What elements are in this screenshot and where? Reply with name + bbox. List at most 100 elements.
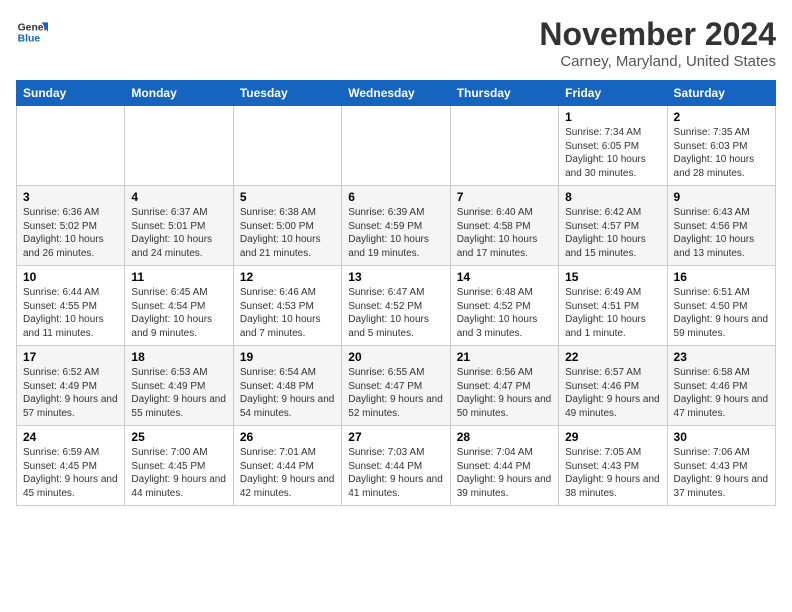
day-info: Sunrise: 6:36 AM Sunset: 5:02 PM Dayligh… xyxy=(23,206,118,260)
day-info: Sunrise: 6:59 AM Sunset: 4:45 PM Dayligh… xyxy=(23,446,118,500)
day-of-week-header: Monday xyxy=(125,81,233,106)
day-number: 22 xyxy=(565,350,660,364)
day-of-week-header: Friday xyxy=(559,81,667,106)
logo: General Blue xyxy=(16,16,48,48)
calendar-cell: 1 Sunrise: 7:34 AM Sunset: 6:05 PM Daylig… xyxy=(559,106,667,186)
day-info: Sunrise: 6:52 AM Sunset: 4:49 PM Dayligh… xyxy=(23,366,118,420)
calendar-cell: 15 Sunrise: 6:49 AM Sunset: 4:51 PM Dayli… xyxy=(559,266,667,346)
day-info: Sunrise: 6:39 AM Sunset: 4:59 PM Dayligh… xyxy=(348,206,443,260)
calendar-cell: 16 Sunrise: 6:51 AM Sunset: 4:50 PM Dayli… xyxy=(667,266,775,346)
svg-text:Blue: Blue xyxy=(18,34,41,45)
day-number: 29 xyxy=(565,430,660,444)
day-of-week-header: Sunday xyxy=(17,81,125,106)
day-number: 12 xyxy=(240,270,335,284)
calendar-cell: 6 Sunrise: 6:39 AM Sunset: 4:59 PM Daylig… xyxy=(342,186,450,266)
day-info: Sunrise: 6:51 AM Sunset: 4:50 PM Dayligh… xyxy=(674,286,769,340)
day-info: Sunrise: 6:42 AM Sunset: 4:57 PM Dayligh… xyxy=(565,206,660,260)
day-number: 7 xyxy=(457,190,552,204)
month-year-title: November 2024 xyxy=(539,16,776,53)
calendar-cell: 4 Sunrise: 6:37 AM Sunset: 5:01 PM Daylig… xyxy=(125,186,233,266)
calendar-cell: 21 Sunrise: 6:56 AM Sunset: 4:47 PM Dayli… xyxy=(450,346,558,426)
calendar-cell: 25Sunrise: 7:00 AM Sunset: 4:45 PM Dayli… xyxy=(125,426,233,506)
day-info: Sunrise: 6:44 AM Sunset: 4:55 PM Dayligh… xyxy=(23,286,118,340)
day-number: 16 xyxy=(674,270,769,284)
calendar-cell: 5 Sunrise: 6:38 AM Sunset: 5:00 PM Daylig… xyxy=(233,186,341,266)
day-number: 11 xyxy=(131,270,226,284)
calendar-cell: 8 Sunrise: 6:42 AM Sunset: 4:57 PM Daylig… xyxy=(559,186,667,266)
day-of-week-header: Tuesday xyxy=(233,81,341,106)
day-info: Sunrise: 6:38 AM Sunset: 5:00 PM Dayligh… xyxy=(240,206,335,260)
day-number: 3 xyxy=(23,190,118,204)
day-number: 21 xyxy=(457,350,552,364)
day-of-week-header: Saturday xyxy=(667,81,775,106)
day-info: Sunrise: 7:06 AM Sunset: 4:43 PM Dayligh… xyxy=(674,446,769,500)
day-number: 26 xyxy=(240,430,335,444)
calendar-cell: 2 Sunrise: 7:35 AM Sunset: 6:03 PM Daylig… xyxy=(667,106,775,186)
calendar-cell xyxy=(233,106,341,186)
calendar-cell: 29 Sunrise: 7:05 AM Sunset: 4:43 PM Dayli… xyxy=(559,426,667,506)
calendar-cell: 3 Sunrise: 6:36 AM Sunset: 5:02 PM Daylig… xyxy=(17,186,125,266)
day-info: Sunrise: 6:56 AM Sunset: 4:47 PM Dayligh… xyxy=(457,366,552,420)
day-number: 17 xyxy=(23,350,118,364)
day-number: 28 xyxy=(457,430,552,444)
day-info: Sunrise: 6:37 AM Sunset: 5:01 PM Dayligh… xyxy=(131,206,226,260)
calendar-cell: 20 Sunrise: 6:55 AM Sunset: 4:47 PM Dayli… xyxy=(342,346,450,426)
day-info: Sunrise: 7:05 AM Sunset: 4:43 PM Dayligh… xyxy=(565,446,660,500)
calendar-cell: 22 Sunrise: 6:57 AM Sunset: 4:46 PM Dayli… xyxy=(559,346,667,426)
day-info: Sunrise: 7:04 AM Sunset: 4:44 PM Dayligh… xyxy=(457,446,552,500)
logo-icon: General Blue xyxy=(16,16,48,48)
day-of-week-header: Thursday xyxy=(450,81,558,106)
day-number: 15 xyxy=(565,270,660,284)
calendar-cell: 10 Sunrise: 6:44 AM Sunset: 4:55 PM Dayli… xyxy=(17,266,125,346)
day-number: 19 xyxy=(240,350,335,364)
calendar-cell: 13 Sunrise: 6:47 AM Sunset: 4:52 PM Dayli… xyxy=(342,266,450,346)
day-number: 1 xyxy=(565,110,660,124)
day-number: 18 xyxy=(131,350,226,364)
day-info: Sunrise: 6:53 AM Sunset: 4:49 PM Dayligh… xyxy=(131,366,226,420)
day-info: Sunrise: 6:55 AM Sunset: 4:47 PM Dayligh… xyxy=(348,366,443,420)
calendar-cell xyxy=(342,106,450,186)
day-info: Sunrise: 6:57 AM Sunset: 4:46 PM Dayligh… xyxy=(565,366,660,420)
calendar-cell: 19 Sunrise: 6:54 AM Sunset: 4:48 PM Dayli… xyxy=(233,346,341,426)
calendar-cell: 18 Sunrise: 6:53 AM Sunset: 4:49 PM Dayli… xyxy=(125,346,233,426)
calendar-cell: 27 Sunrise: 7:03 AM Sunset: 4:44 PM Dayli… xyxy=(342,426,450,506)
day-number: 10 xyxy=(23,270,118,284)
calendar-cell: 14Sunrise: 6:48 AM Sunset: 4:52 PM Dayli… xyxy=(450,266,558,346)
day-number: 27 xyxy=(348,430,443,444)
calendar-cell: 30 Sunrise: 7:06 AM Sunset: 4:43 PM Dayli… xyxy=(667,426,775,506)
day-number: 24 xyxy=(23,430,118,444)
calendar-cell: 26 Sunrise: 7:01 AM Sunset: 4:44 PM Dayli… xyxy=(233,426,341,506)
day-number: 4 xyxy=(131,190,226,204)
day-of-week-header: Wednesday xyxy=(342,81,450,106)
day-info: Sunrise: 6:54 AM Sunset: 4:48 PM Dayligh… xyxy=(240,366,335,420)
day-number: 8 xyxy=(565,190,660,204)
calendar-cell: 17 Sunrise: 6:52 AM Sunset: 4:49 PM Dayli… xyxy=(17,346,125,426)
day-number: 6 xyxy=(348,190,443,204)
location-subtitle: Carney, Maryland, United States xyxy=(539,53,776,70)
day-info: Sunrise: 7:03 AM Sunset: 4:44 PM Dayligh… xyxy=(348,446,443,500)
day-info: Sunrise: 6:47 AM Sunset: 4:52 PM Dayligh… xyxy=(348,286,443,340)
day-info: Sunrise: 6:43 AM Sunset: 4:56 PM Dayligh… xyxy=(674,206,769,260)
day-number: 20 xyxy=(348,350,443,364)
calendar-cell: 7 Sunrise: 6:40 AM Sunset: 4:58 PM Daylig… xyxy=(450,186,558,266)
day-info: Sunrise: 7:35 AM Sunset: 6:03 PM Dayligh… xyxy=(674,126,769,180)
day-info: Sunrise: 7:34 AM Sunset: 6:05 PM Dayligh… xyxy=(565,126,660,180)
day-number: 23 xyxy=(674,350,769,364)
day-number: 9 xyxy=(674,190,769,204)
calendar-cell: 28 Sunrise: 7:04 AM Sunset: 4:44 PM Dayli… xyxy=(450,426,558,506)
day-info: Sunrise: 6:49 AM Sunset: 4:51 PM Dayligh… xyxy=(565,286,660,340)
calendar-cell xyxy=(17,106,125,186)
day-info: Sunrise: 6:46 AM Sunset: 4:53 PM Dayligh… xyxy=(240,286,335,340)
calendar-cell xyxy=(450,106,558,186)
day-number: 13 xyxy=(348,270,443,284)
calendar-table: SundayMondayTuesdayWednesdayThursdayFrid… xyxy=(16,80,776,506)
title-section: November 2024 Carney, Maryland, United S… xyxy=(539,16,776,70)
day-number: 2 xyxy=(674,110,769,124)
day-info: Sunrise: 6:40 AM Sunset: 4:58 PM Dayligh… xyxy=(457,206,552,260)
day-number: 30 xyxy=(674,430,769,444)
day-number: 5 xyxy=(240,190,335,204)
day-info: Sunrise: 6:58 AM Sunset: 4:46 PM Dayligh… xyxy=(674,366,769,420)
calendar-cell xyxy=(125,106,233,186)
calendar-cell: 9 Sunrise: 6:43 AM Sunset: 4:56 PM Daylig… xyxy=(667,186,775,266)
day-info: Sunrise: 7:01 AM Sunset: 4:44 PM Dayligh… xyxy=(240,446,335,500)
